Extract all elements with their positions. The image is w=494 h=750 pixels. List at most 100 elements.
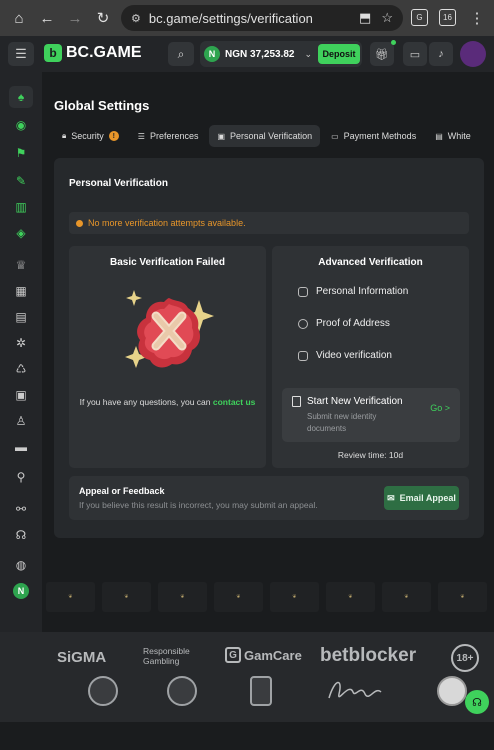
racing-icon[interactable]: ⚑: [9, 142, 33, 164]
search-icon: ⌕: [177, 46, 185, 61]
soccer-ball-icon: [437, 676, 467, 706]
start-new-verification-button[interactable]: Start New Verification Submit new identi…: [282, 388, 460, 442]
partners-icon[interactable]: ⚯: [9, 498, 33, 520]
address-globe-icon: [298, 318, 308, 329]
personal-information-item: Personal Information: [298, 286, 408, 297]
review-time: Review time: 10d: [337, 450, 404, 460]
basic-title: Basic Verification Failed: [109, 257, 226, 268]
verification-panel: Personal Verification No more verificati…: [54, 158, 484, 538]
browser-menu-icon[interactable]: ⋮: [466, 7, 488, 29]
tab-preferences[interactable]: ☰ Preferences: [130, 125, 207, 147]
seal-two-icon: [167, 676, 197, 706]
tab-label: Preferences: [149, 131, 199, 141]
footer-partners: SiGMA Responsible Gambling G GamCare bet…: [0, 632, 494, 722]
sponsorship-icon[interactable]: ♙: [9, 410, 33, 432]
notification-dot: [391, 40, 396, 45]
forum-icon[interactable]: ▣: [9, 384, 33, 406]
advanced-verification-card: Advanced Verification Personal Informati…: [272, 246, 469, 468]
site-settings-icon[interactable]: ⚙: [131, 12, 141, 25]
warning-dot-icon: [76, 219, 83, 227]
translate-icon[interactable]: G: [411, 9, 428, 26]
blog-book-icon[interactable]: ▤: [9, 306, 33, 328]
award-badge: ❦: [326, 582, 375, 612]
home-icon[interactable]: ⌂: [8, 7, 30, 29]
affiliate-icon[interactable]: ♺: [9, 358, 33, 380]
age-restriction-badge: 18+: [451, 644, 479, 672]
crypto-icon[interactable]: ◈: [9, 222, 33, 244]
alert-text: No more verification attempts available.: [88, 218, 246, 228]
award-badge: ❦: [270, 582, 319, 612]
page-title: Global Settings: [54, 98, 150, 113]
support-headset-icon[interactable]: ☊: [9, 524, 33, 546]
lottery-icon[interactable]: ✎: [9, 170, 33, 192]
new-verification-subtitle: Submit new identity documents: [307, 412, 377, 433]
tab-label: White: [447, 131, 471, 141]
personal-info-icon: [298, 286, 308, 297]
chat-button[interactable]: ▭: [403, 42, 427, 66]
award-badge: ❦: [158, 582, 207, 612]
back-icon[interactable]: ←: [36, 7, 58, 29]
verification-failed-icon: [125, 290, 214, 368]
reload-icon[interactable]: ↻: [92, 7, 114, 29]
tab-payment-methods[interactable]: ▭ Payment Methods: [323, 125, 424, 147]
promotions-gift-icon[interactable]: ▦: [9, 280, 33, 302]
bottom-strip: [0, 722, 494, 750]
forward-icon[interactable]: →: [64, 7, 86, 29]
provably-fair-icon[interactable]: ⚲: [9, 466, 33, 488]
appeal-title: Appeal or Feedback: [79, 486, 165, 496]
wallet-selector[interactable]: N NGN 37,253.82 ⌄ Deposit: [200, 41, 362, 67]
chat-bubble-icon[interactable]: ▬: [9, 436, 33, 458]
trading-icon[interactable]: ▥: [9, 196, 33, 218]
award-badge: ❦: [102, 582, 151, 612]
deposit-button[interactable]: Deposit: [318, 44, 360, 64]
gamcare-g-icon: G: [225, 647, 241, 663]
award-badge: ❦: [438, 582, 487, 612]
spin-wheel-icon[interactable]: ✲: [9, 332, 33, 354]
seal-one-icon: [88, 676, 118, 706]
gift-button[interactable]: 🎁︎: [370, 42, 394, 66]
basic-verification-card: Basic Verification Failed If you have an…: [69, 246, 266, 468]
panel-title: Personal Verification: [69, 178, 168, 189]
video-camera-icon: [298, 350, 308, 361]
document-icon: [292, 396, 301, 407]
logo-mark-icon: b: [44, 44, 62, 62]
notifications-button[interactable]: ♪: [429, 42, 453, 66]
crest-icon: [250, 676, 272, 706]
menu-toggle-button[interactable]: ☰: [8, 42, 34, 66]
betblocker-logo: betblocker: [320, 645, 417, 666]
avatar[interactable]: [460, 41, 486, 67]
headset-icon: ☊: [472, 696, 482, 709]
card-icon: ▭: [331, 131, 339, 141]
vip-crown-icon[interactable]: ♕: [9, 254, 33, 276]
sidebar: ♠ ◉ ⚑ ✎ ▥ ◈ ♕ ▦ ▤ ✲ ♺ ▣ ♙ ▬ ⚲ ⚯ ☊ ◍ N: [0, 72, 42, 712]
install-icon[interactable]: ⬒: [359, 10, 371, 26]
search-button[interactable]: ⌕: [168, 42, 194, 66]
balance-amount: NGN 37,253.82: [225, 48, 295, 60]
award-badge: ❦: [46, 582, 95, 612]
sports-ball-icon[interactable]: ◉: [9, 114, 33, 136]
sigma-logo: SiGMA: [57, 649, 107, 666]
email-appeal-button[interactable]: ✉ Email Appeal: [384, 486, 459, 510]
help-text: If you have any questions, you can conta…: [79, 397, 256, 407]
tabs-count-icon[interactable]: 16: [439, 9, 456, 26]
chevron-down-icon: ⌄: [304, 48, 313, 59]
support-chat-button[interactable]: ☊: [465, 690, 489, 714]
bookmark-star-icon[interactable]: ☆: [381, 10, 393, 26]
tab-security[interactable]: 🔒︎ Security !: [54, 125, 127, 147]
alert-banner: No more verification attempts available.: [69, 212, 469, 234]
casino-cards-icon[interactable]: ♠: [9, 86, 33, 108]
tab-personal-verification[interactable]: ▣ Personal Verification: [209, 125, 321, 147]
site-logo[interactable]: b BC.GAME: [44, 44, 142, 62]
address-bar[interactable]: ⚙ bc.game/settings/verification ⬒ ☆: [121, 5, 403, 31]
main-content: Global Settings 🔒︎ Security ! ☰ Preferen…: [42, 72, 494, 712]
tab-whitelist[interactable]: ▤ White: [427, 125, 479, 147]
contact-us-link[interactable]: contact us: [213, 397, 256, 407]
settings-tabs: 🔒︎ Security ! ☰ Preferences ▣ Personal V…: [54, 125, 494, 147]
lock-icon: 🔒︎: [62, 131, 67, 140]
logo-text: BC.GAME: [66, 44, 142, 61]
award-badges: ❦ ❦ ❦ ❦ ❦ ❦ ❦ ❦: [46, 582, 494, 612]
url-text: bc.game/settings/verification: [148, 10, 313, 26]
currency-naira-icon[interactable]: N: [9, 580, 33, 602]
go-link[interactable]: Go >: [430, 403, 450, 413]
language-globe-icon[interactable]: ◍: [9, 554, 33, 576]
